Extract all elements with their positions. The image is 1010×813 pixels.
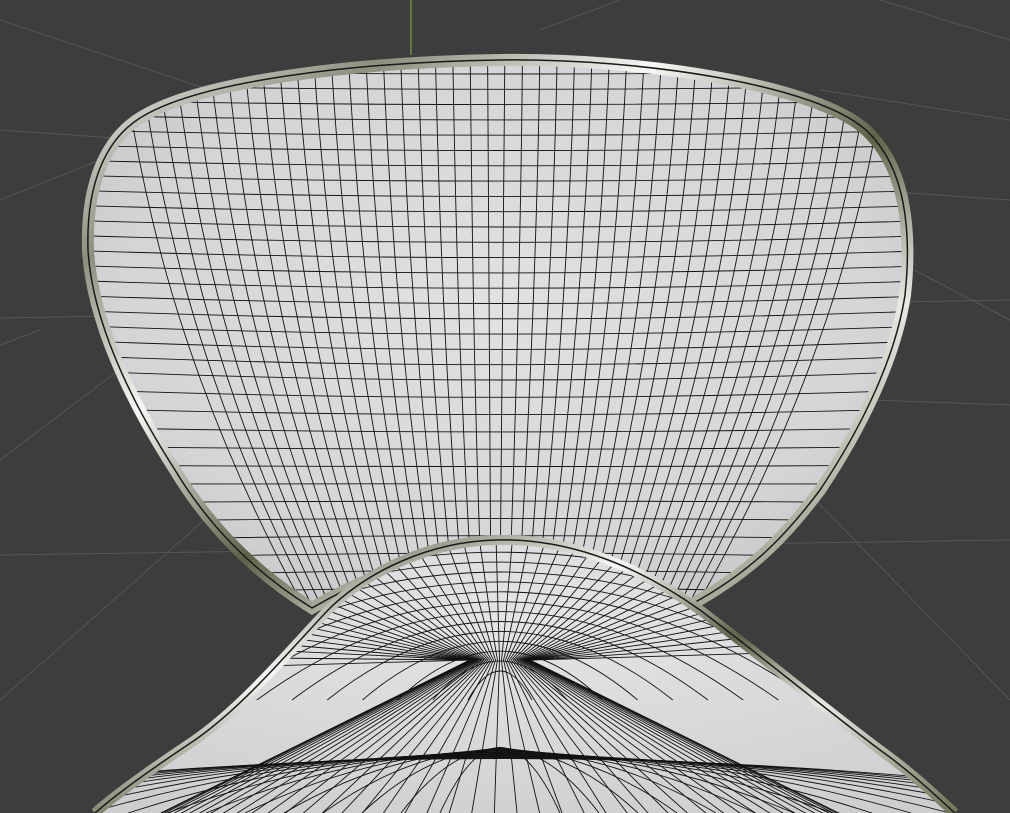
- viewport-scene[interactable]: [0, 0, 1010, 813]
- 3d-viewport[interactable]: [0, 0, 1010, 813]
